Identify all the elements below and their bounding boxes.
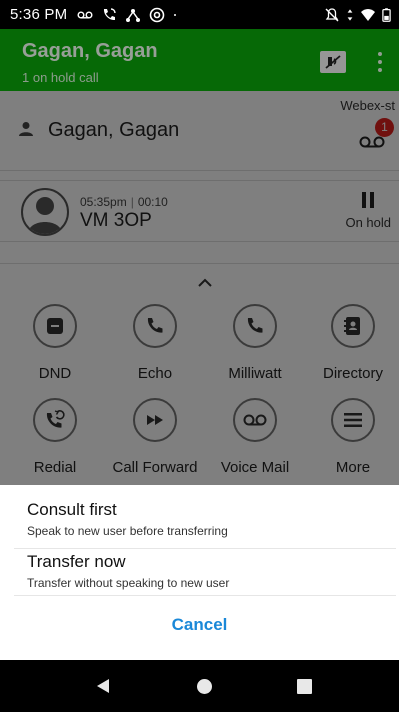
back-icon[interactable] bbox=[96, 678, 110, 694]
network-icon bbox=[126, 8, 141, 22]
data-arrows-icon bbox=[347, 8, 353, 21]
consult-first-subtitle: Speak to new user before transferring bbox=[27, 524, 228, 538]
home-icon[interactable] bbox=[197, 679, 212, 694]
status-time: 5:36 PM bbox=[10, 6, 68, 23]
consult-first-title: Consult first bbox=[27, 500, 117, 519]
battery-icon bbox=[382, 7, 391, 22]
consult-first-option[interactable]: Consult first Speak to new user before t… bbox=[14, 497, 396, 549]
transfer-now-subtitle: Transfer without speaking to new user bbox=[27, 576, 230, 590]
recent-apps-icon[interactable] bbox=[297, 679, 312, 694]
transfer-sheet: Consult first Speak to new user before t… bbox=[0, 485, 399, 660]
screen-scrim bbox=[0, 91, 399, 485]
transfer-now-title: Transfer now bbox=[27, 552, 126, 571]
header-scrim bbox=[0, 29, 399, 91]
wifi-icon bbox=[361, 8, 375, 21]
call-icon bbox=[104, 7, 116, 20]
at-icon bbox=[149, 7, 165, 22]
system-nav-bar bbox=[0, 660, 399, 712]
status-bar: 5:36 PM bbox=[0, 0, 399, 29]
voicemail-icon bbox=[77, 10, 93, 19]
transfer-now-option[interactable]: Transfer now Transfer without speaking t… bbox=[14, 549, 396, 596]
cancel-button[interactable]: Cancel bbox=[0, 615, 399, 635]
dot-icon bbox=[174, 13, 177, 16]
mute-vibrate-icon bbox=[325, 7, 339, 21]
